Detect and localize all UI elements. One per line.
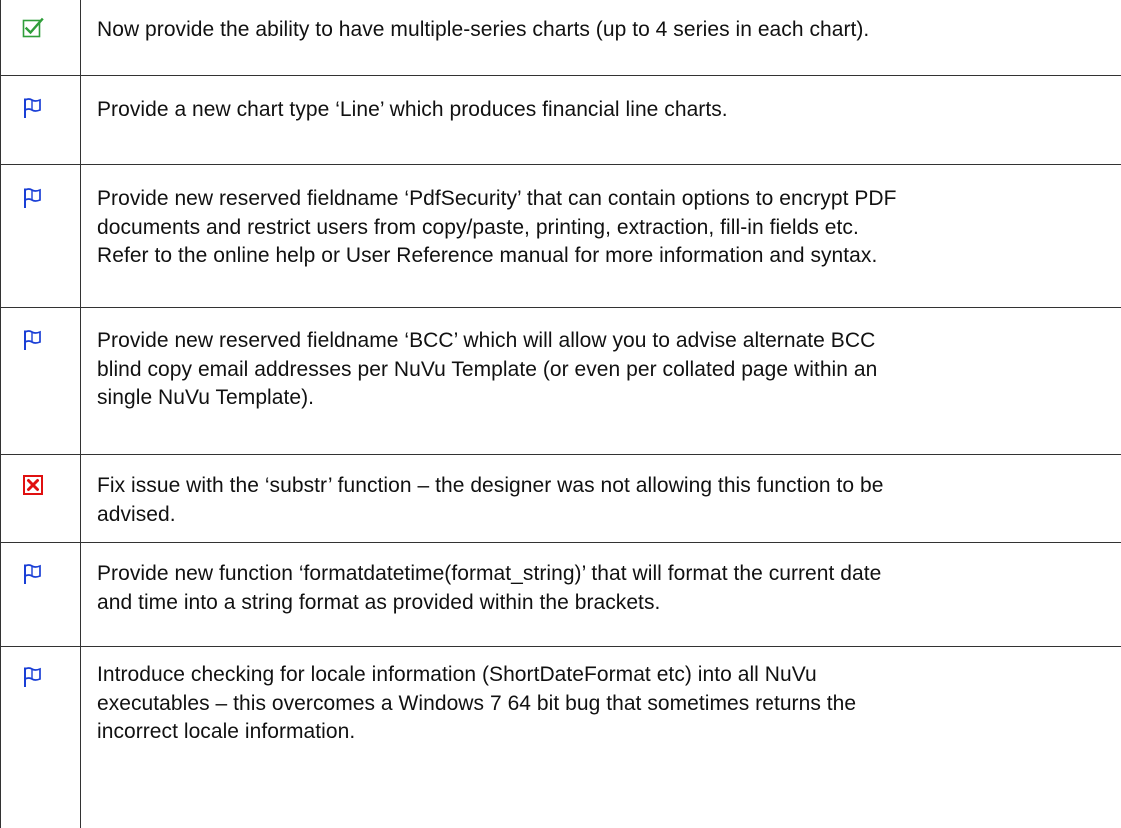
description-line: Provide a new chart type ‘Line’ which pr… bbox=[97, 98, 728, 121]
error-x-icon bbox=[22, 474, 44, 496]
change-description: Provide a new chart type ‘Line’ which pr… bbox=[97, 96, 1107, 125]
description-line: incorrect locale information. bbox=[97, 720, 356, 743]
change-description: Now provide the ability to have multiple… bbox=[97, 16, 1107, 45]
changelog-row: Now provide the ability to have multiple… bbox=[0, 0, 1121, 76]
changelog-row: Provide new function ‘formatdatetime(for… bbox=[0, 543, 1121, 647]
flag-icon bbox=[22, 97, 44, 119]
description-line: documents and restrict users from copy/p… bbox=[97, 215, 859, 239]
description-line: Refer to the online help or User Referen… bbox=[97, 244, 878, 267]
description-line: Fix issue with the ‘substr’ function – t… bbox=[97, 474, 884, 497]
change-description: Introduce checking for locale informatio… bbox=[97, 661, 1107, 747]
flag-icon bbox=[22, 563, 44, 585]
description-line: and time into a string format as provide… bbox=[97, 590, 661, 614]
description-line: Provide new function ‘formatdatetime(for… bbox=[97, 562, 882, 585]
description-line: Provide new reserved fieldname ‘PdfSecur… bbox=[97, 187, 897, 210]
change-description: Provide new reserved fieldname ‘PdfSecur… bbox=[97, 185, 1107, 271]
description-line: executables – this overcomes a Windows 7… bbox=[97, 691, 857, 715]
change-description: Provide new function ‘formatdatetime(for… bbox=[97, 560, 1107, 617]
description-line: blind copy email addresses per NuVu Temp… bbox=[97, 357, 878, 381]
status-icon-cell bbox=[0, 0, 80, 75]
description-line: single NuVu Template). bbox=[97, 386, 315, 409]
flag-icon bbox=[22, 187, 44, 209]
changelog-row: Provide a new chart type ‘Line’ which pr… bbox=[0, 76, 1121, 165]
change-description: Provide new reserved fieldname ‘BCC’ whi… bbox=[97, 327, 1107, 413]
changelog-table: Now provide the ability to have multiple… bbox=[0, 0, 1121, 828]
changelog-row: Introduce checking for locale informatio… bbox=[0, 647, 1121, 828]
description-line: Introduce checking for locale informatio… bbox=[97, 663, 817, 686]
checkbox-checked-icon bbox=[22, 17, 44, 39]
flag-icon bbox=[22, 666, 44, 688]
description-line: Provide new reserved fieldname ‘BCC’ whi… bbox=[97, 329, 876, 352]
status-icon-cell bbox=[0, 455, 80, 542]
status-icon-cell bbox=[0, 647, 80, 828]
status-icon-cell bbox=[0, 76, 80, 164]
changelog-row: Provide new reserved fieldname ‘BCC’ whi… bbox=[0, 308, 1121, 455]
change-description: Fix issue with the ‘substr’ function – t… bbox=[97, 472, 1107, 529]
flag-icon bbox=[22, 329, 44, 351]
description-line: advised. bbox=[97, 502, 176, 526]
status-icon-cell bbox=[0, 543, 80, 646]
changelog-row: Fix issue with the ‘substr’ function – t… bbox=[0, 455, 1121, 543]
status-icon-cell bbox=[0, 308, 80, 454]
description-line: Now provide the ability to have multiple… bbox=[97, 18, 870, 41]
changelog-row: Provide new reserved fieldname ‘PdfSecur… bbox=[0, 165, 1121, 308]
status-icon-cell bbox=[0, 165, 80, 307]
